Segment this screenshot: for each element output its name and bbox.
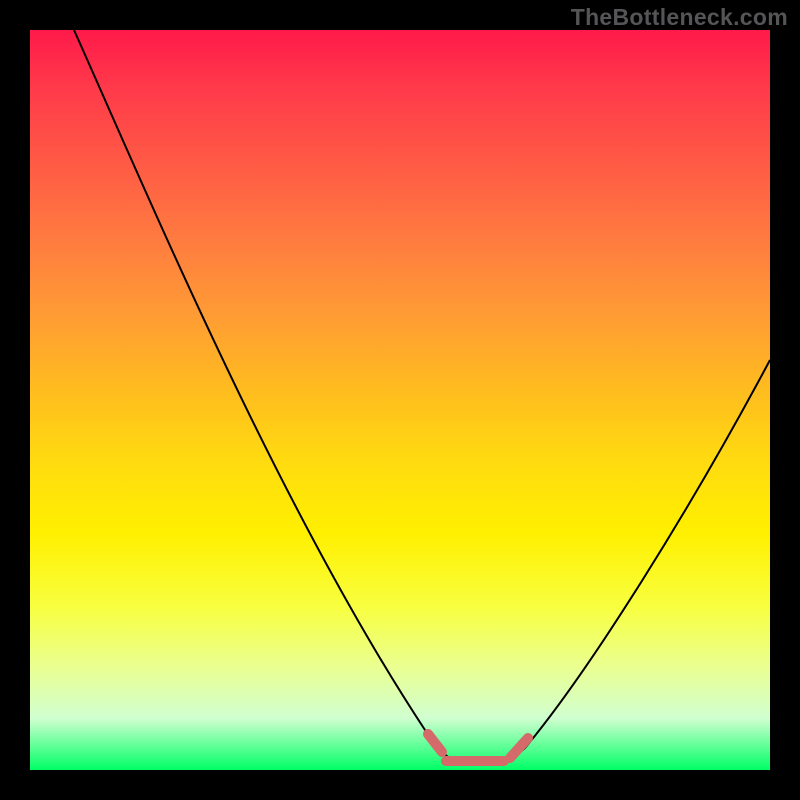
flat-region-highlight (428, 734, 528, 761)
bottleneck-curve (74, 30, 770, 762)
watermark-text: TheBottleneck.com (571, 4, 788, 31)
chart-svg (30, 30, 770, 770)
plot-area (30, 30, 770, 770)
chart-frame: { "watermark": "TheBottleneck.com", "col… (0, 0, 800, 800)
